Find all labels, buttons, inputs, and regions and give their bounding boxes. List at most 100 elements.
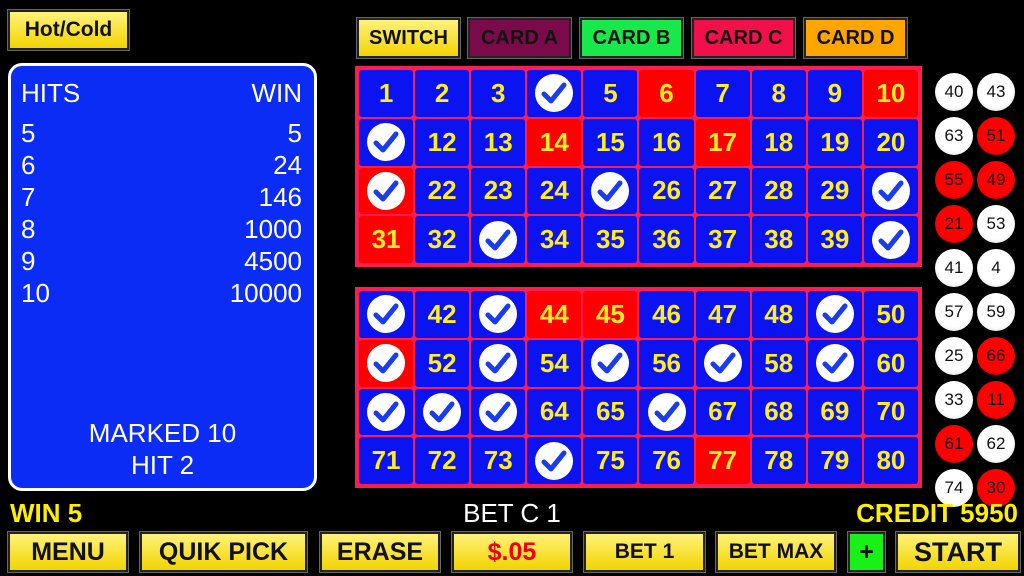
keno-cell-9[interactable]: 9 [807,70,862,117]
keno-cell-49[interactable] [807,291,862,338]
check-icon [871,171,910,210]
keno-cell-45[interactable]: 45 [583,291,638,338]
keno-cell-31[interactable]: 31 [359,216,414,263]
keno-cell-19[interactable]: 19 [807,118,862,166]
paytable-row: 10 10000 [21,278,302,309]
switch-button[interactable]: SWITCH [356,17,461,59]
keno-cell-17[interactable]: 17 [695,118,750,166]
keno-cell-47[interactable]: 47 [695,291,750,338]
keno-cell-60[interactable]: 60 [863,339,918,387]
plus-button[interactable]: + [847,531,886,573]
keno-cell-41[interactable] [359,291,414,338]
keno-cell-7[interactable]: 7 [695,70,750,117]
hot-cold-button[interactable]: Hot/Cold [7,9,130,51]
keno-cell-8[interactable]: 8 [751,70,806,117]
keno-cell-26[interactable]: 26 [639,167,694,215]
keno-cell-67[interactable]: 67 [695,388,750,436]
keno-cell-51[interactable] [359,339,414,387]
drawn-ball: 61 [935,425,973,463]
keno-cell-74[interactable] [527,437,582,484]
keno-cell-46[interactable]: 46 [639,291,694,338]
keno-cell-1[interactable]: 1 [359,70,414,117]
keno-cell-79[interactable]: 79 [807,437,862,484]
keno-cell-52[interactable]: 52 [415,339,470,387]
keno-cell-80[interactable]: 80 [863,437,918,484]
start-button[interactable]: START [895,531,1021,573]
keno-cell-61[interactable] [359,388,414,436]
erase-button[interactable]: ERASE [319,531,441,573]
keno-cell-23[interactable]: 23 [471,167,526,215]
paytable-win: 1000 [244,214,302,244]
keno-cell-16[interactable]: 16 [639,118,694,166]
keno-cell-78[interactable]: 78 [751,437,806,484]
denomination-button[interactable]: $.05 [451,531,573,573]
keno-cell-53[interactable] [471,339,526,387]
tab-card-a[interactable]: CARD A [467,17,572,59]
paytable-win: 4500 [244,246,302,276]
keno-cell-63[interactable] [471,388,526,436]
keno-cell-56[interactable]: 56 [639,339,694,387]
keno-cell-55[interactable] [583,339,638,387]
keno-cell-25[interactable] [583,167,638,215]
bet-one-button[interactable]: BET 1 [583,531,706,573]
keno-cell-66[interactable] [639,388,694,436]
keno-cell-14[interactable]: 14 [527,118,582,166]
keno-cell-65[interactable]: 65 [583,388,638,436]
keno-cell-54[interactable]: 54 [527,339,582,387]
keno-cell-58[interactable]: 58 [751,339,806,387]
keno-cell-30[interactable] [863,167,918,215]
keno-cell-70[interactable]: 70 [863,388,918,436]
keno-cell-32[interactable]: 32 [415,216,470,263]
keno-cell-28[interactable]: 28 [751,167,806,215]
keno-cell-76[interactable]: 76 [639,437,694,484]
quik-pick-button[interactable]: QUIK PICK [139,531,308,573]
keno-cell-37[interactable]: 37 [695,216,750,263]
keno-cell-2[interactable]: 2 [415,70,470,117]
keno-cell-69[interactable]: 69 [807,388,862,436]
keno-cell-62[interactable] [415,388,470,436]
keno-cell-5[interactable]: 5 [583,70,638,117]
tab-card-b[interactable]: CARD B [579,17,684,59]
keno-cell-33[interactable] [471,216,526,263]
bet-max-button[interactable]: BET MAX [715,531,837,573]
keno-cell-20[interactable]: 20 [863,118,918,166]
keno-cell-3[interactable]: 3 [471,70,526,117]
keno-cell-4[interactable] [527,70,582,117]
keno-cell-18[interactable]: 18 [751,118,806,166]
keno-cell-59[interactable] [807,339,862,387]
check-icon [479,392,518,431]
keno-cell-35[interactable]: 35 [583,216,638,263]
keno-cell-13[interactable]: 13 [471,118,526,166]
tab-card-d[interactable]: CARD D [803,17,908,59]
keno-cell-6[interactable]: 6 [639,70,694,117]
keno-cell-27[interactable]: 27 [695,167,750,215]
keno-cell-11[interactable] [359,118,414,166]
keno-cell-71[interactable]: 71 [359,437,414,484]
keno-cell-21[interactable] [359,167,414,215]
keno-cell-50[interactable]: 50 [863,291,918,338]
keno-cell-57[interactable] [695,339,750,387]
keno-cell-15[interactable]: 15 [583,118,638,166]
keno-cell-39[interactable]: 39 [807,216,862,263]
keno-cell-77[interactable]: 77 [695,437,750,484]
tab-card-c[interactable]: CARD C [691,17,796,59]
keno-cell-40[interactable] [863,216,918,263]
menu-button[interactable]: MENU [7,531,129,573]
keno-cell-38[interactable]: 38 [751,216,806,263]
keno-cell-48[interactable]: 48 [751,291,806,338]
keno-cell-29[interactable]: 29 [807,167,862,215]
keno-cell-75[interactable]: 75 [583,437,638,484]
keno-cell-36[interactable]: 36 [639,216,694,263]
keno-cell-43[interactable] [471,291,526,338]
keno-cell-44[interactable]: 44 [527,291,582,338]
keno-cell-12[interactable]: 12 [415,118,470,166]
keno-cell-64[interactable]: 64 [527,388,582,436]
keno-cell-68[interactable]: 68 [751,388,806,436]
keno-cell-72[interactable]: 72 [415,437,470,484]
keno-cell-24[interactable]: 24 [527,167,582,215]
keno-cell-34[interactable]: 34 [527,216,582,263]
keno-cell-73[interactable]: 73 [471,437,526,484]
keno-cell-10[interactable]: 10 [863,70,918,117]
keno-cell-22[interactable]: 22 [415,167,470,215]
keno-cell-42[interactable]: 42 [415,291,470,338]
